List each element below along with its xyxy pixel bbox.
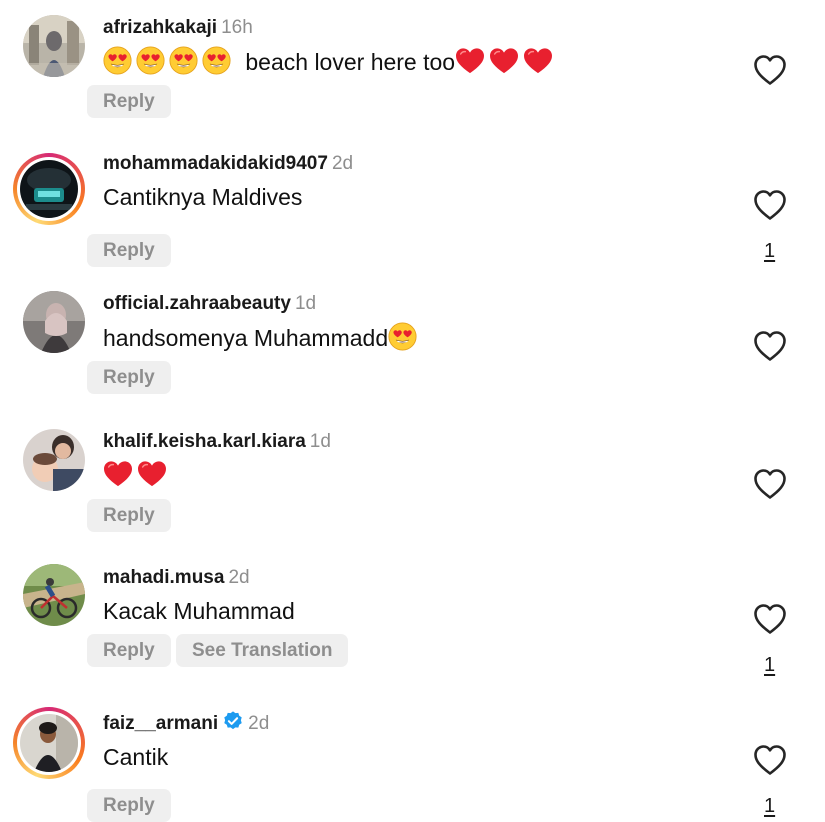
heart-outline-icon[interactable] bbox=[753, 330, 787, 362]
comment-body: Cantiknya Maldives bbox=[103, 184, 303, 210]
comment-body: handsomenya Muhammadd bbox=[103, 325, 389, 351]
comment-meta: faiz__armani 2d bbox=[103, 710, 269, 736]
username[interactable]: official.zahraabeauty bbox=[103, 293, 291, 314]
avatar[interactable] bbox=[23, 429, 85, 491]
reply-button[interactable]: Reply bbox=[87, 789, 171, 822]
smiling-face-with-heart-eyes-emoji bbox=[103, 46, 132, 75]
timestamp: 2d bbox=[248, 713, 270, 734]
red-heart-emoji bbox=[137, 460, 167, 488]
comment-body: Kacak Muhammad bbox=[103, 598, 295, 624]
avatar[interactable] bbox=[23, 291, 85, 353]
comment-meta: mohammadakidakid9407 2d bbox=[103, 152, 353, 176]
smiling-face-with-heart-eyes-emoji bbox=[136, 46, 165, 75]
username[interactable]: mahadi.musa bbox=[103, 567, 224, 588]
avatar-image bbox=[20, 714, 78, 772]
comment-text: beach lover here too bbox=[103, 46, 553, 77]
avatar-image bbox=[20, 160, 78, 218]
story-ring bbox=[17, 157, 81, 221]
avatar[interactable] bbox=[13, 153, 85, 225]
username[interactable]: mohammadakidakid9407 bbox=[103, 153, 328, 174]
heart-outline-icon[interactable] bbox=[753, 54, 787, 86]
red-heart-emoji bbox=[489, 47, 519, 75]
smiling-face-with-heart-eyes-emoji bbox=[169, 46, 198, 75]
smiling-face-with-heart-eyes-emoji bbox=[388, 322, 417, 351]
verified-badge-icon bbox=[224, 711, 242, 730]
comment-body: beach lover here too bbox=[245, 49, 456, 75]
red-heart-emoji bbox=[455, 47, 485, 75]
username[interactable]: afrizahkakaji bbox=[103, 17, 217, 38]
comment-body: Cantik bbox=[103, 744, 169, 770]
like-count[interactable]: 1 bbox=[764, 795, 775, 817]
username[interactable]: faiz__armani bbox=[103, 713, 218, 734]
comment-meta: afrizahkakaji 16h bbox=[103, 16, 253, 40]
timestamp: 16h bbox=[221, 17, 253, 38]
like-count[interactable]: 1 bbox=[764, 654, 775, 676]
reply-button[interactable]: Reply bbox=[87, 85, 171, 118]
like-count[interactable]: 1 bbox=[764, 240, 775, 262]
comment-text bbox=[103, 460, 167, 490]
red-heart-emoji bbox=[523, 47, 553, 75]
avatar[interactable] bbox=[23, 564, 85, 626]
timestamp: 2d bbox=[331, 153, 354, 174]
heart-outline-icon[interactable] bbox=[753, 189, 787, 221]
reply-button[interactable]: Reply bbox=[87, 499, 171, 532]
avatar[interactable] bbox=[23, 15, 85, 77]
username[interactable]: khalif.keisha.karl.kiara bbox=[103, 431, 306, 452]
see-translation-button[interactable]: See Translation bbox=[176, 634, 349, 667]
comment-meta: official.zahraabeauty 1d bbox=[103, 292, 316, 316]
heart-outline-icon[interactable] bbox=[753, 603, 787, 635]
comment-text: handsomenya Muhammadd bbox=[103, 322, 417, 353]
avatar[interactable] bbox=[13, 707, 85, 779]
story-ring bbox=[17, 711, 81, 775]
reply-button[interactable]: Reply bbox=[87, 234, 171, 267]
comment-meta: khalif.keisha.karl.kiara 1d bbox=[103, 430, 331, 454]
timestamp: 2d bbox=[228, 567, 250, 588]
smiling-face-with-heart-eyes-emoji bbox=[202, 46, 231, 75]
reply-button[interactable]: Reply bbox=[87, 634, 171, 667]
heart-outline-icon[interactable] bbox=[753, 468, 787, 500]
comment-meta: mahadi.musa 2d bbox=[103, 566, 250, 590]
reply-button[interactable]: Reply bbox=[87, 361, 171, 394]
timestamp: 1d bbox=[294, 293, 317, 314]
red-heart-emoji bbox=[103, 460, 133, 488]
timestamp: 1d bbox=[309, 431, 331, 452]
heart-outline-icon[interactable] bbox=[753, 744, 787, 776]
